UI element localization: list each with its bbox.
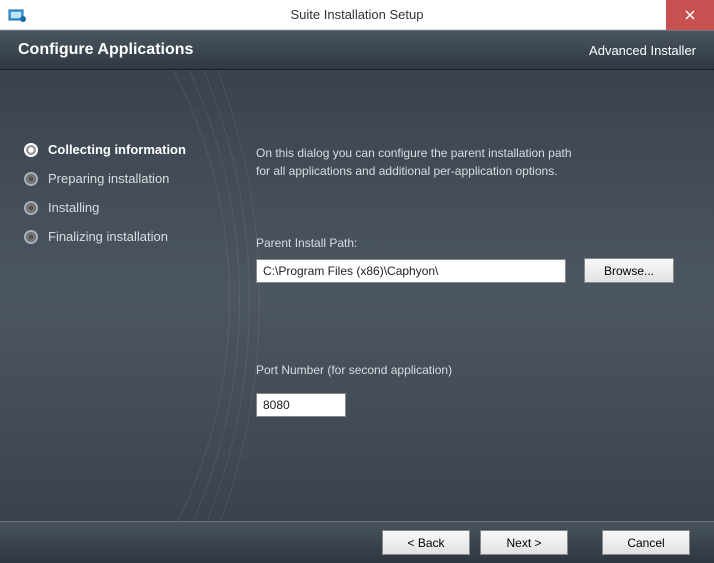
- radio-icon: [24, 172, 38, 186]
- intro-line: On this dialog you can configure the par…: [256, 144, 674, 162]
- port-number-input[interactable]: [256, 393, 346, 417]
- footer-bar: < Back Next > Cancel: [0, 521, 714, 563]
- step-preparing-installation: Preparing installation: [24, 171, 236, 186]
- close-button[interactable]: [666, 0, 714, 30]
- intro-line: for all applications and additional per-…: [256, 162, 674, 180]
- titlebar: Suite Installation Setup: [0, 0, 714, 30]
- app-icon: [8, 7, 28, 23]
- content-area: On this dialog you can configure the par…: [236, 70, 714, 521]
- radio-icon: [24, 230, 38, 244]
- radio-icon: [24, 201, 38, 215]
- header-band: Configure Applications Advanced Installe…: [0, 30, 714, 70]
- step-collecting-information: Collecting information: [24, 142, 236, 157]
- parent-install-path-input[interactable]: [256, 259, 566, 283]
- step-finalizing-installation: Finalizing installation: [24, 229, 236, 244]
- main-panel: Collecting information Preparing install…: [0, 70, 714, 521]
- radio-icon: [24, 143, 38, 157]
- close-icon: [685, 10, 695, 20]
- window-title: Suite Installation Setup: [0, 7, 714, 22]
- intro-text: On this dialog you can configure the par…: [256, 144, 674, 180]
- browse-button[interactable]: Browse...: [584, 258, 674, 283]
- path-label: Parent Install Path:: [256, 236, 674, 250]
- cancel-button[interactable]: Cancel: [602, 530, 690, 555]
- brand-label: Advanced Installer: [589, 43, 696, 58]
- page-title: Configure Applications: [18, 41, 193, 59]
- step-label: Finalizing installation: [48, 229, 168, 244]
- next-button[interactable]: Next >: [480, 530, 568, 555]
- step-installing: Installing: [24, 200, 236, 215]
- port-label: Port Number (for second application): [256, 363, 674, 377]
- step-label: Installing: [48, 200, 99, 215]
- step-sidebar: Collecting information Preparing install…: [0, 70, 236, 521]
- step-label: Collecting information: [48, 142, 186, 157]
- step-label: Preparing installation: [48, 171, 169, 186]
- back-button[interactable]: < Back: [382, 530, 470, 555]
